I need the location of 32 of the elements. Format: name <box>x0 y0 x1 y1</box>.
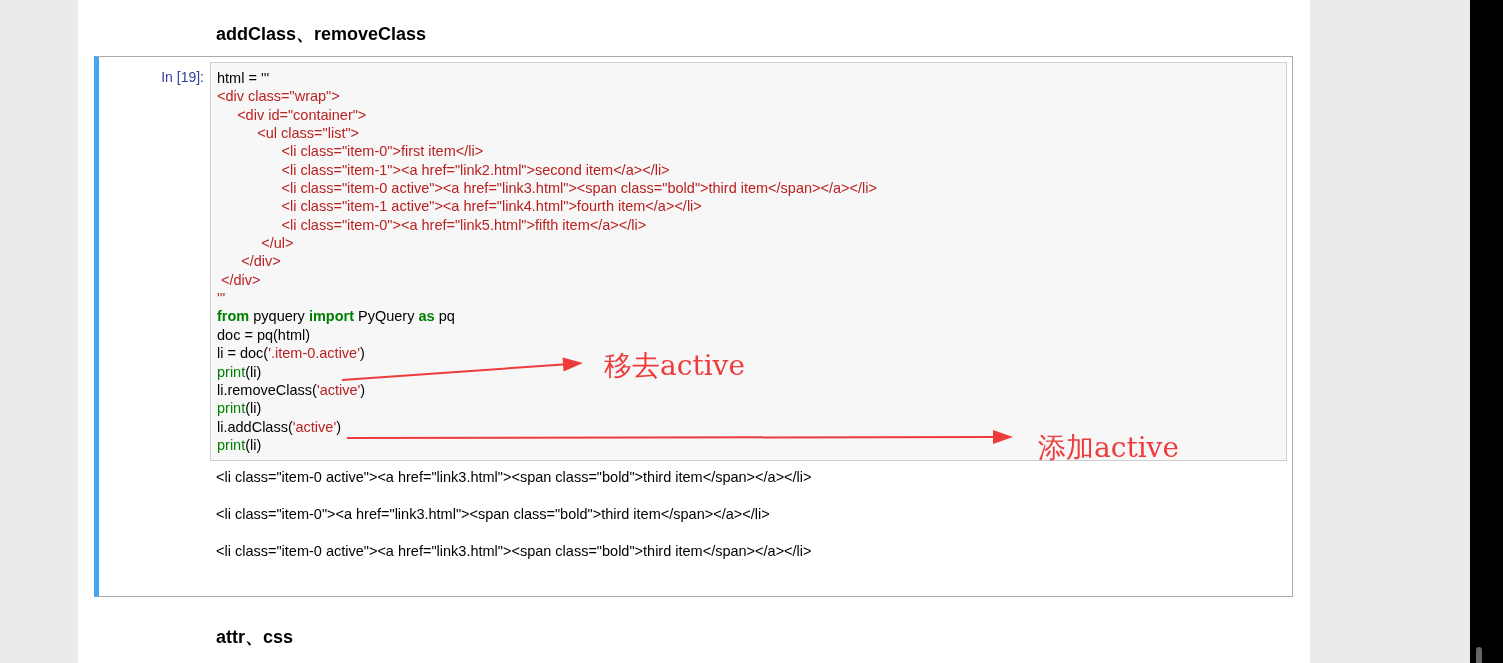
code-line: print(li) <box>217 399 262 418</box>
code-line: doc = pq(html) <box>217 325 311 345</box>
code-line: <li class="item-1 active"><a href="link4.html">fourth item</a></li> <box>280 197 702 216</box>
code-line: from pyquery import PyQuery as pq <box>217 307 455 326</box>
code-line: li = doc('.item-0.active') <box>217 344 365 363</box>
code-line: li.addClass('active') <box>217 417 341 436</box>
output-line: <li class="item-0"><a href="link3.html"><span class="bold">third item</span></a></li> <box>216 504 770 524</box>
annotation-text: 移去active <box>604 348 745 384</box>
code-line: li.removeClass('active') <box>217 380 366 400</box>
section-heading: addClass、removeClass <box>216 23 427 46</box>
scrollbar-thumb[interactable] <box>1475 647 1482 663</box>
annotation-text: 添加active <box>1038 430 1179 466</box>
code-input[interactable] <box>210 62 1287 462</box>
code-line: <li class="item-0"><a href="link5.html">fifth item</a></li> <box>280 215 647 235</box>
code-line: <li class="item-1"><a href="link2.html">second item</a></li> <box>280 160 670 180</box>
code-line: </div> <box>220 270 261 290</box>
notebook-cell[interactable] <box>94 56 1293 598</box>
code-line: html = ''' <box>217 69 270 88</box>
code-line: <div class="wrap"> <box>217 87 340 106</box>
output-line: <li class="item-0 active"><a href="link3.html"><span class="bold">third item</span></a></li> <box>216 468 812 487</box>
code-line: ''' <box>217 289 226 308</box>
section-heading: attr、css <box>216 626 294 650</box>
output-line: <li class="item-0 active"><a href="link3.html"><span class="bold">third item</span></a></li> <box>216 541 812 560</box>
code-line: </ul> <box>260 234 294 253</box>
code-line: print(li) <box>217 362 262 381</box>
code-line: print(li) <box>217 435 262 455</box>
code-line: <li class="item-0">first item</li> <box>280 142 484 161</box>
code-line: <li class="item-0 active"><a href="link3.html"><span class="bold">third item</span></a></li> <box>280 179 877 198</box>
code-line: <div id="container"> <box>236 105 367 125</box>
cell-prompt: In [19]: <box>161 68 204 87</box>
code-line: <ul class="list"> <box>256 124 360 143</box>
code-line: </div> <box>240 252 281 271</box>
